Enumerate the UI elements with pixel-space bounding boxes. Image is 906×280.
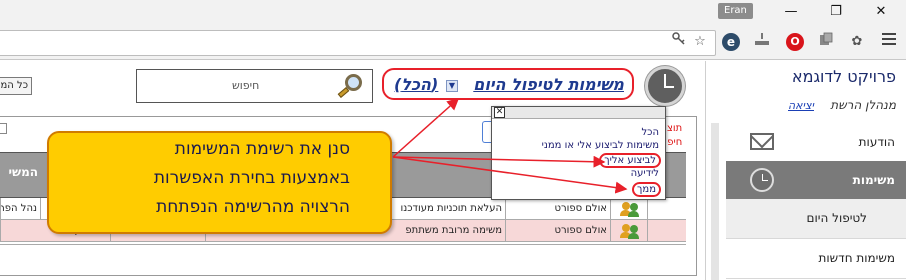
popup-title-bar: ✕ [492, 107, 665, 119]
sidebar-scrollbar[interactable] [711, 123, 719, 280]
flower-icon[interactable]: ✿ [847, 32, 867, 52]
sidebar-item-label: משימות [852, 173, 895, 187]
manager-name: מנהלן הרשת [830, 98, 896, 112]
opera-icon[interactable]: O [786, 33, 804, 51]
search-label: חיפוש [232, 79, 260, 92]
menu-icon[interactable] [879, 32, 899, 52]
callout-line: באמצעות בחירת האפשרות [153, 168, 350, 188]
cell-select[interactable] [647, 220, 686, 241]
instruction-callout: סנן את רשימת המשימות באמצעות בחירת האפשר… [47, 131, 392, 234]
project-title: פרויקט לדוגמא [791, 67, 896, 86]
table-footer [0, 244, 686, 276]
sidebar-item-label: הודעות [858, 135, 895, 149]
filter-option-for-info[interactable]: לידיעה [631, 168, 659, 179]
cell-location: אולם ספורט [505, 198, 610, 219]
restore-button[interactable]: ❐ [813, 0, 859, 24]
sidebar-item-messages[interactable]: הודעות [726, 123, 906, 163]
key-icon[interactable] [669, 32, 689, 52]
puzzle-icon[interactable] [816, 32, 836, 52]
star-icon[interactable]: ☆ [690, 32, 710, 52]
sidebar-item-label: לטיפול היום [806, 211, 867, 225]
sidebar-item-new-tasks[interactable]: משימות חדשות [726, 239, 906, 279]
search-icon[interactable] [337, 73, 364, 99]
clock-icon [750, 168, 774, 192]
filter-dropdown-icon[interactable]: ▼ [446, 80, 458, 92]
filter-popup: ✕ הכל משימות לביצוע אלי או ממני לביצוע א… [491, 106, 666, 200]
browser-toolbar: ☆ e O ✿ [0, 24, 906, 60]
panel-checkbox[interactable] [0, 123, 7, 134]
mail-icon [750, 133, 774, 150]
filter-option-all[interactable]: הכל [641, 127, 659, 138]
filter-option-assigned-to-you[interactable]: לביצוע אליך [599, 153, 661, 168]
search-box[interactable]: חיפוש [136, 69, 373, 103]
logout-link[interactable]: יציאה [788, 99, 814, 112]
page-heading: משימות לטיפול היום ▼ (הכל) [382, 68, 634, 100]
cell-location: אולם ספורט [505, 220, 610, 241]
cell-select[interactable] [647, 198, 686, 219]
callout-line: סנן את רשימת המשימות [174, 139, 350, 159]
results-label: תוצ [667, 123, 683, 134]
panel-red-labels: תוצ חיפ [667, 122, 682, 150]
app-sidebar: פרויקט לדוגמא מנהלן הרשת יציאה הודעות מש… [705, 61, 906, 280]
close-window-button[interactable]: ✕ [858, 0, 904, 24]
address-bar[interactable] [0, 30, 716, 56]
tasks-clock-icon [645, 66, 685, 106]
all-button[interactable]: כל המ [0, 77, 32, 95]
column-header-tasks: המשי [8, 165, 38, 179]
popup-close-button[interactable]: ✕ [494, 107, 505, 118]
filter-option-from-you[interactable]: ממך [632, 182, 661, 197]
sidebar-item-tasks[interactable]: משימות [726, 161, 906, 201]
sidebar-item-today[interactable]: לטיפול היום [726, 199, 906, 239]
browser-title-bar: Eran — ❐ ✕ [0, 0, 906, 24]
minimize-button[interactable]: — [768, 0, 814, 24]
page-title: משימות לטיפול היום [473, 75, 624, 94]
filter-selection[interactable]: (הכל) [394, 75, 438, 94]
people-icon [620, 224, 640, 239]
callout-line: הרצויה מהרשימה הנפתחת [156, 197, 350, 217]
sidebar-item-label: משימות חדשות [818, 251, 895, 265]
search-results-label: חיפ [667, 137, 683, 148]
profile-badge[interactable]: Eran [718, 3, 753, 19]
download-bar-icon[interactable] [752, 32, 772, 52]
filter-option-mine-or-assigned[interactable]: משימות לביצוע אלי או ממני [542, 140, 659, 151]
people-icon [620, 202, 640, 217]
cell-owner: נהל הפרוי [0, 198, 40, 219]
extension-e-icon[interactable]: e [722, 33, 740, 51]
